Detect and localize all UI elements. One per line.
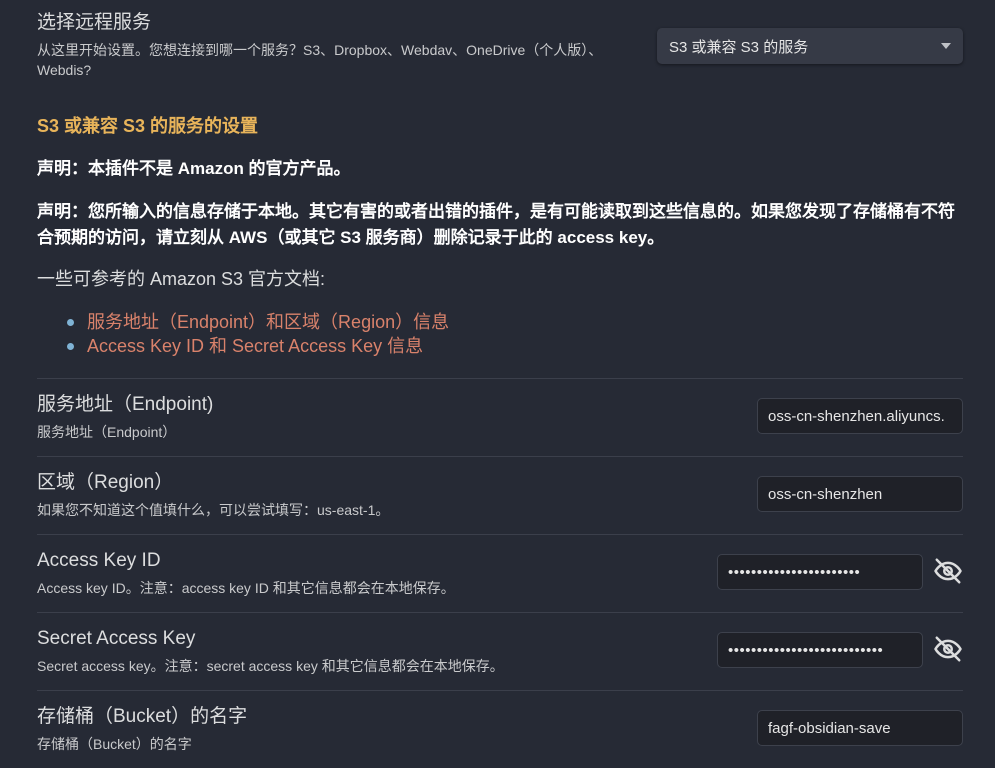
region-input[interactable]: oss-cn-shenzhen <box>757 476 963 512</box>
disclaimer-local-storage: 声明：您所输入的信息存储于本地。其它有害的或者出错的插件，是有可能读取到这些信息… <box>37 202 955 247</box>
bucket-input[interactable]: fagf-obsidian-save <box>757 710 963 746</box>
list-bullet <box>67 343 74 350</box>
link-endpoint-region-docs[interactable]: 服务地址（Endpoint）和区域（Region）信息 <box>87 310 449 334</box>
region-setting-name: 区域（Region） <box>37 472 174 493</box>
disclaimer-official: 声明：本插件不是 Amazon 的官方产品。 <box>37 159 351 178</box>
chevron-down-icon <box>941 43 951 49</box>
access-key-id-input[interactable]: ••••••••••••••••••••••• <box>717 554 923 590</box>
eye-off-icon[interactable] <box>933 556 963 586</box>
endpoint-setting-desc: 服务地址（Endpoint） <box>37 424 177 440</box>
endpoint-input[interactable]: oss-cn-shenzhen.aliyuncs. <box>757 398 963 434</box>
divider <box>37 456 963 457</box>
access-key-id-setting-name: Access Key ID <box>37 550 161 571</box>
divider <box>37 534 963 535</box>
region-setting-desc: 如果您不知道这个值填什么，可以尝试填写：us-east-1。 <box>37 502 390 518</box>
secret-access-key-input[interactable]: ••••••••••••••••••••••••••• <box>717 632 923 668</box>
list-bullet <box>67 319 74 326</box>
access-key-id-setting-desc: Access key ID。注意：access key ID 和其它信息都会在本… <box>37 580 455 596</box>
docs-intro: 一些可参考的 Amazon S3 官方文档: <box>37 269 326 289</box>
endpoint-setting-name: 服务地址（Endpoint) <box>37 394 214 415</box>
remote-service-desc: 从这里开始设置。您想连接到哪一个服务？S3、Dropbox、Webdav、One… <box>37 42 603 78</box>
secret-access-key-setting-name: Secret Access Key <box>37 628 196 649</box>
link-access-key-docs[interactable]: Access Key ID 和 Secret Access Key 信息 <box>87 334 423 358</box>
bucket-setting-name: 存储桶（Bucket）的名字 <box>37 706 248 727</box>
remote-service-selected: S3 或兼容 S3 的服务 <box>669 38 809 56</box>
divider <box>37 612 963 613</box>
s3-settings-heading: S3 或兼容 S3 的服务的设置 <box>37 116 259 136</box>
bucket-setting-desc: 存储桶（Bucket）的名字 <box>37 736 192 752</box>
remote-service-title: 选择远程服务 <box>37 12 152 33</box>
eye-off-icon[interactable] <box>933 634 963 664</box>
divider <box>37 378 963 379</box>
secret-access-key-setting-desc: Secret access key。注意：secret access key 和… <box>37 658 504 674</box>
divider <box>37 690 963 691</box>
remote-service-select[interactable]: S3 或兼容 S3 的服务 <box>657 28 963 64</box>
